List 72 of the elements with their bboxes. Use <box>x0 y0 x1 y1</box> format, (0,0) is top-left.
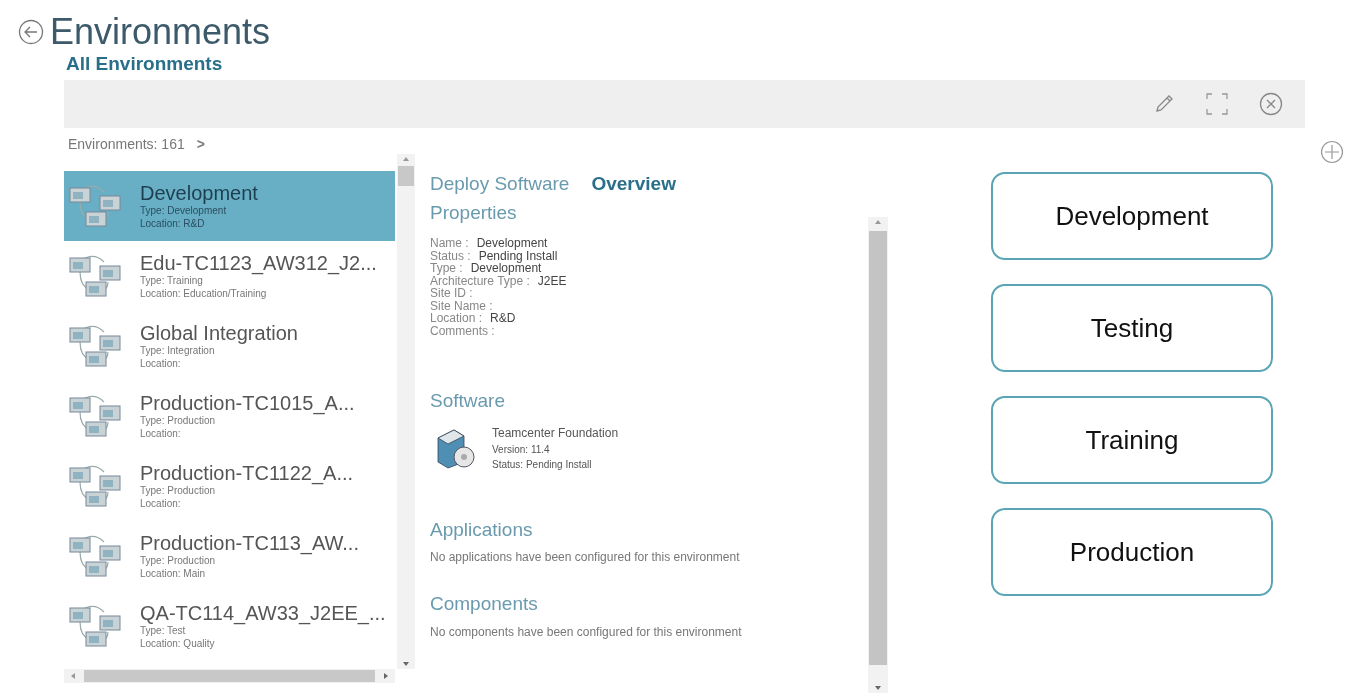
environment-item[interactable]: Production-TC1015_A... Type: Production Location: <box>64 381 395 451</box>
property-label: Location : <box>430 312 483 325</box>
expand-link[interactable]: > <box>196 134 205 155</box>
environment-location: Location: Quality <box>140 637 216 650</box>
close-icon[interactable] <box>1259 92 1283 116</box>
fullscreen-icon[interactable] <box>1205 92 1229 116</box>
applications-message: No applications have been configured for this environment <box>430 549 741 566</box>
stage-button[interactable]: Testing <box>991 284 1273 372</box>
environment-location: Location: <box>140 357 182 370</box>
back-icon[interactable] <box>18 19 44 45</box>
property-label: Site Name : <box>430 299 493 312</box>
software-name: Teamcenter Foundation <box>492 424 619 442</box>
environment-name: Production-TC1122_A... <box>140 462 354 484</box>
environment-type: Type: Integration <box>140 344 216 357</box>
property-value: J2EE <box>537 274 567 287</box>
section-heading: Properties <box>430 200 518 225</box>
pencil-icon[interactable] <box>1153 93 1175 115</box>
environment-location: Location: R&D <box>140 217 206 230</box>
environment-count: Environments: 161 <box>68 135 185 154</box>
scrollbar[interactable] <box>868 216 888 693</box>
environment-type: Type: Production <box>140 485 217 497</box>
environment-type: Type: Training <box>140 275 204 287</box>
environment-name: Development <box>140 182 258 204</box>
property-value: Development <box>470 262 542 275</box>
add-icon[interactable] <box>1320 140 1344 164</box>
property-label: Comments : <box>430 324 495 337</box>
environment-location: Location: Education/Training <box>140 287 268 300</box>
environment-type: Type: Development <box>140 204 228 217</box>
software-version: Version: 11.4 <box>492 442 551 457</box>
property-value: Development <box>476 237 548 250</box>
environment-item[interactable]: Production-TC113_AW... Type: Production Location: Main <box>64 521 395 591</box>
page-subtitle: All Environments <box>66 52 224 76</box>
property-label: Name : <box>430 237 469 250</box>
environment-location: Location: <box>140 497 182 510</box>
scroll-thumb[interactable] <box>869 230 887 665</box>
environment-name: Production-TC1015_A... <box>140 392 355 414</box>
property-label: Status : <box>430 249 471 262</box>
scrollbar[interactable] <box>397 154 415 669</box>
stage-button[interactable]: Production <box>991 508 1273 596</box>
environment-name: QA-TC114_AW33_J2EE_... <box>140 602 386 624</box>
environment-type: Type: Test <box>140 625 187 637</box>
environment-name: Edu-TC1123_AW312_J2... <box>140 252 377 274</box>
property-label: Type : <box>430 262 463 275</box>
environment-location: Location: <box>140 427 182 440</box>
scroll-thumb[interactable] <box>84 670 375 682</box>
scroll-left-icon[interactable] <box>70 672 76 680</box>
environment-type: Type: Production <box>140 555 217 567</box>
scroll-right-icon[interactable] <box>383 672 389 680</box>
tab[interactable]: Overview <box>591 170 676 199</box>
property-label: Architecture Type : <box>430 274 530 287</box>
horizontal-scrollbar[interactable] <box>64 669 395 683</box>
section-heading: Components <box>430 592 539 616</box>
section-heading: Software <box>430 389 506 413</box>
environment-location: Location: Main <box>140 567 207 580</box>
environment-type: Type: Production <box>140 415 217 427</box>
stage-button[interactable]: Training <box>991 396 1273 484</box>
environment-item[interactable]: Production-TC1122_A... Type: Production Location: <box>64 451 395 521</box>
page-title: Environments <box>50 12 271 52</box>
environment-item[interactable]: Development Type: Development Location: R&D <box>64 171 395 241</box>
property-value: Pending Install <box>478 249 558 262</box>
environment-item[interactable]: Global Integration Type: Integration Location: <box>64 311 395 381</box>
environment-name: Production-TC113_AW... <box>140 532 359 554</box>
stage-button[interactable]: Development <box>991 172 1273 260</box>
scroll-thumb[interactable] <box>398 166 414 186</box>
environment-item[interactable]: QA-TC114_AW33_J2EE_... Type: Test Location: Quality <box>64 591 395 661</box>
environment-item[interactable]: Edu-TC1123_AW312_J2... Type: Training Location: Education/Training <box>64 241 395 311</box>
property-label: Site ID : <box>430 287 473 300</box>
section-heading: Applications <box>430 517 534 542</box>
software-status: Status: Pending Install <box>492 457 593 472</box>
components-message: No components have been configured for this environment <box>430 623 743 641</box>
environment-name: Global Integration <box>140 322 298 344</box>
property-value: R&D <box>490 312 516 325</box>
